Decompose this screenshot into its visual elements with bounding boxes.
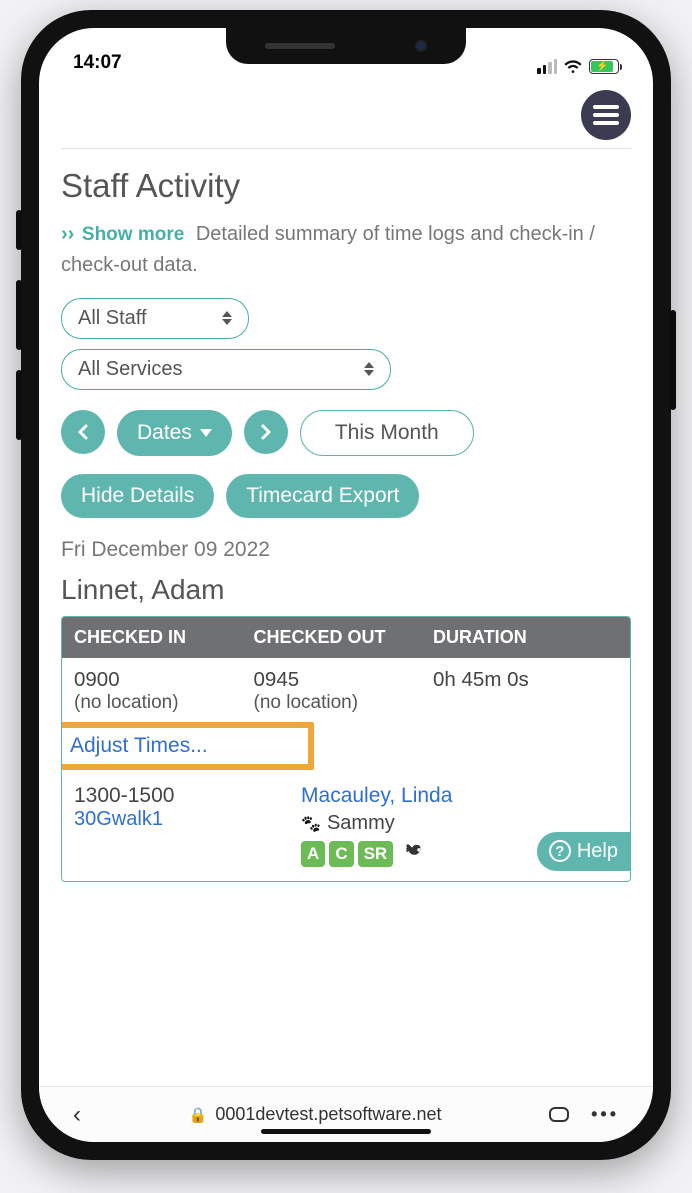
phone-frame: 14:07 Staff Activity ›› Show more Detail… xyxy=(21,10,671,1160)
wifi-icon xyxy=(563,58,583,74)
chevron-right-icon xyxy=(260,424,272,440)
th-checked-in: CHECKED IN xyxy=(74,627,254,648)
screen: 14:07 Staff Activity ›› Show more Detail… xyxy=(39,28,653,1142)
page-title: Staff Activity xyxy=(61,167,631,205)
badge-a: A xyxy=(301,841,325,867)
checkin-location: (no location) xyxy=(74,692,254,714)
power-button xyxy=(670,310,676,410)
home-indicator xyxy=(261,1129,431,1134)
staff-name-heading: Linnet, Adam xyxy=(61,574,631,606)
date-heading: Fri December 09 2022 xyxy=(61,538,631,562)
tabs-button[interactable] xyxy=(549,1107,569,1122)
th-checked-out: CHECKED OUT xyxy=(254,627,434,648)
th-duration: DURATION xyxy=(433,627,618,648)
table-header: CHECKED IN CHECKED OUT DURATION xyxy=(62,617,630,658)
show-more-link[interactable]: Show more xyxy=(82,224,184,245)
volume-up-button xyxy=(16,280,22,350)
url-text: 0001devtest.petsoftware.net xyxy=(215,1104,441,1125)
service-filter-value: All Services xyxy=(78,358,182,380)
browser-back-button[interactable]: ‹ xyxy=(73,1101,81,1129)
hide-details-button[interactable]: Hide Details xyxy=(61,474,214,518)
help-label: Help xyxy=(577,840,618,863)
chevron-left-icon xyxy=(77,424,89,440)
checkout-location: (no location) xyxy=(254,692,434,714)
status-time: 14:07 xyxy=(73,52,122,74)
adjust-times-link[interactable]: Adjust Times... xyxy=(70,734,208,757)
timecard-export-button[interactable]: Timecard Export xyxy=(226,474,419,518)
badge-sr: SR xyxy=(358,841,394,867)
triangle-down-icon xyxy=(200,429,212,437)
activity-card: CHECKED IN CHECKED OUT DURATION 0900 (no… xyxy=(61,616,631,882)
service-time-range: 1300-1500 xyxy=(74,784,297,808)
client-name-link[interactable]: Macauley, Linda xyxy=(301,784,618,808)
page-description-row: ›› Show more Detailed summary of time lo… xyxy=(61,219,631,280)
hamburger-menu-button[interactable] xyxy=(581,90,631,140)
notch xyxy=(226,28,466,64)
help-button[interactable]: ? Help xyxy=(537,832,631,871)
adjust-times-row: Adjust Times... xyxy=(61,724,630,768)
service-filter-select[interactable]: All Services xyxy=(61,349,391,390)
page-content: Staff Activity ›› Show more Detailed sum… xyxy=(39,76,653,1086)
pet-name: Sammy xyxy=(327,812,395,835)
badge-c: C xyxy=(329,841,353,867)
staff-filter-value: All Staff xyxy=(78,307,147,329)
service-code-link[interactable]: 30Gwalk1 xyxy=(74,808,297,831)
more-button[interactable]: ••• xyxy=(591,1104,619,1125)
checkin-time: 0900 xyxy=(74,668,254,692)
duration-value: 0h 45m 0s xyxy=(433,668,618,692)
date-next-button[interactable] xyxy=(244,410,288,454)
lock-icon: 🔒 xyxy=(189,1106,208,1124)
chevron-double-right-icon: ›› xyxy=(61,223,74,245)
key-icon xyxy=(403,841,423,866)
dates-button-label: Dates xyxy=(137,421,192,445)
date-range-button[interactable]: This Month xyxy=(300,410,474,456)
select-caret-icon xyxy=(222,311,232,325)
battery-icon xyxy=(589,59,619,74)
select-caret-icon xyxy=(364,362,374,376)
side-button xyxy=(16,210,22,250)
cell-signal-icon xyxy=(537,59,557,74)
browser-toolbar: ‹ 🔒 0001devtest.petsoftware.net ••• xyxy=(39,1086,653,1142)
help-icon: ? xyxy=(549,840,571,862)
date-prev-button[interactable] xyxy=(61,410,105,454)
checkout-time: 0945 xyxy=(254,668,434,692)
table-row: 0900 (no location) 0945 (no location) 0h… xyxy=(62,658,630,716)
volume-down-button xyxy=(16,370,22,440)
address-bar[interactable]: 🔒 0001devtest.petsoftware.net xyxy=(189,1104,442,1125)
paw-icon xyxy=(301,812,321,835)
staff-filter-select[interactable]: All Staff xyxy=(61,298,249,339)
dates-dropdown-button[interactable]: Dates xyxy=(117,410,232,456)
